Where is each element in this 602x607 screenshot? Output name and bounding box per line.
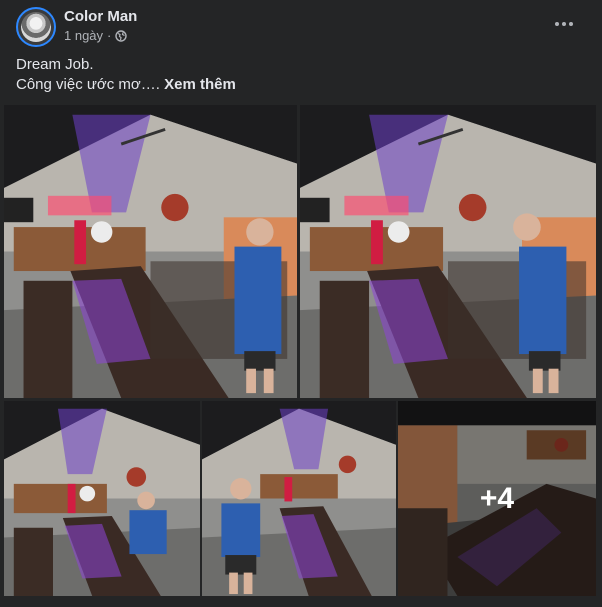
post-text-line-1: Dream Job. <box>16 56 94 73</box>
post-photo-4[interactable] <box>202 401 396 596</box>
post-meta: 1 ngày · <box>64 28 128 43</box>
meta-separator: · <box>107 28 112 43</box>
post-text-line-2-content: Công việc ước mơ…. <box>16 76 160 93</box>
facebook-post: Color Man 1 ngày · Dream Job. Công việc … <box>0 0 602 607</box>
post-photo-2[interactable] <box>300 105 596 398</box>
post-photo-3[interactable] <box>4 401 200 596</box>
post-text: Dream Job. Công việc ước mơ…. Xem thêm <box>16 55 236 95</box>
more-photos-count: +4 <box>479 481 515 515</box>
post-photo-1[interactable] <box>4 105 297 398</box>
avatar-image <box>21 12 51 42</box>
more-photos-overlay[interactable]: +4 <box>398 401 596 596</box>
globe-icon[interactable] <box>115 29 128 42</box>
author-name[interactable]: Color Man <box>64 8 137 25</box>
see-more-link[interactable]: Xem thêm <box>164 76 236 93</box>
post-time[interactable]: 1 ngày <box>64 28 103 43</box>
post-photo-5[interactable]: +4 <box>398 401 596 596</box>
author-avatar[interactable] <box>16 7 56 47</box>
more-options-icon[interactable] <box>548 10 580 38</box>
post-text-line-2: Công việc ước mơ…. Xem thêm <box>16 75 236 95</box>
